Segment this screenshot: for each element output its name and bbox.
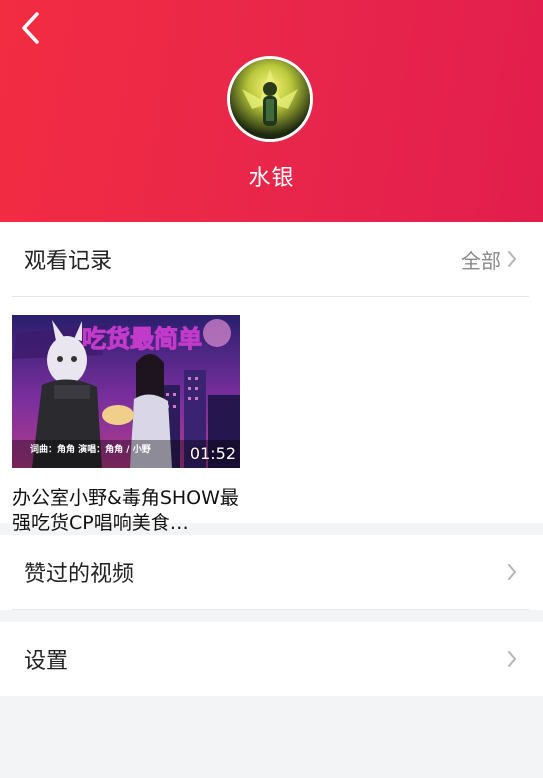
profile-header: 水银	[0, 0, 543, 222]
view-all-label: 全部	[461, 248, 501, 273]
chevron-right-icon	[508, 651, 516, 667]
view-all-link[interactable]: 全部	[461, 245, 517, 274]
video-card[interactable]: 吃货最简单 词曲：角角 演唱：角角 / 小野 01:52 办公室小野&毒角SHO…	[12, 315, 240, 536]
thumb-overlay-text: 吃货最简单	[82, 325, 202, 353]
avatar[interactable]	[227, 56, 313, 142]
watch-history-header: 观看记录 全部	[12, 222, 529, 297]
thumb-credits: 词曲：角角 演唱：角角 / 小野	[30, 443, 151, 455]
settings-label: 设置	[24, 649, 69, 674]
video-list: 吃货最简单 词曲：角角 演唱：角角 / 小野 01:52 办公室小野&毒角SHO…	[0, 297, 543, 534]
video-duration: 01:52	[189, 444, 236, 463]
username: 水银	[248, 166, 295, 191]
section-gap	[0, 610, 543, 622]
back-button[interactable]	[10, 8, 50, 48]
video-thumbnail[interactable]: 吃货最简单 词曲：角角 演唱：角角 / 小野 01:52	[12, 315, 240, 468]
settings-row[interactable]: 设置	[0, 622, 543, 696]
chevron-right-icon	[508, 251, 516, 267]
watch-history-section: 观看记录 全部 吃货最简单 词曲：角角 演唱：角角 / 小野 01:52 办公室…	[0, 222, 543, 534]
chevron-left-icon	[22, 12, 39, 44]
liked-videos-label: 赞过的视频	[24, 562, 135, 587]
liked-videos-row[interactable]: 赞过的视频	[0, 535, 543, 609]
chevron-right-icon	[508, 564, 516, 580]
watch-history-title: 观看记录	[24, 249, 113, 274]
